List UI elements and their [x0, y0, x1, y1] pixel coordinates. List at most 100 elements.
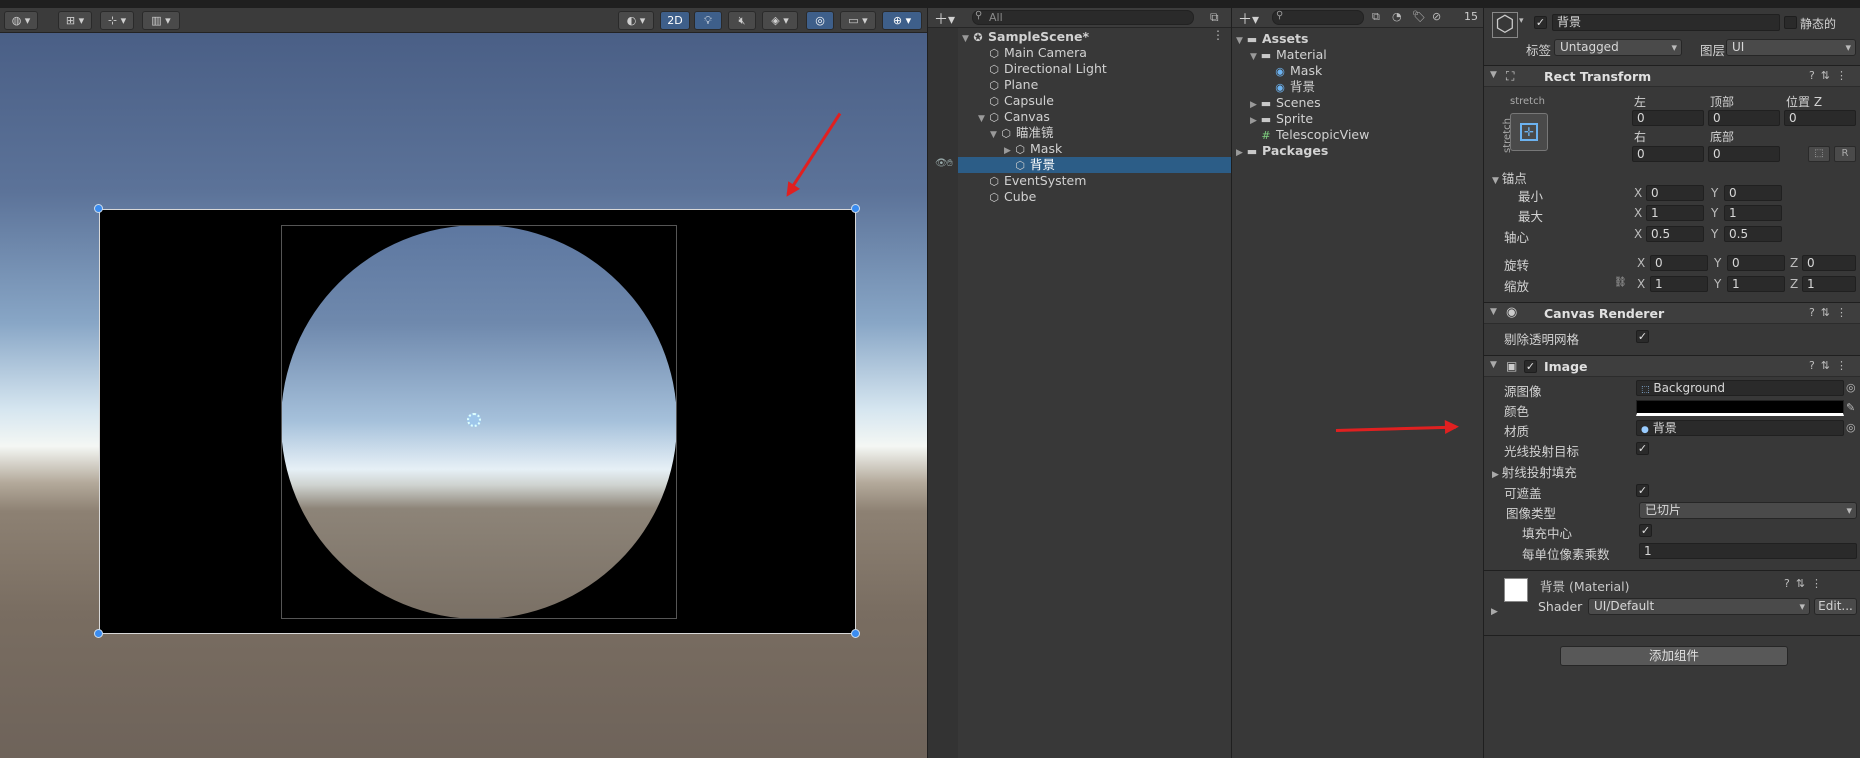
project-item[interactable]: ▶ ▬ Packages — [1232, 143, 1484, 159]
lighting-toggle-icon[interactable]: 💡︎ — [694, 11, 722, 30]
hierarchy-item[interactable]: ⬡ Main Camera — [958, 45, 1232, 61]
shading-mode-icon[interactable]: ◐ ▾ — [618, 11, 654, 30]
fill-center-checkbox[interactable]: ✓ — [1639, 524, 1652, 537]
cull-mesh-checkbox[interactable]: ✓ — [1636, 330, 1649, 343]
scale-y-field[interactable]: 1 — [1727, 276, 1785, 292]
grid-toggle-icon[interactable]: ⊹ ▾ — [100, 11, 134, 30]
left-field[interactable]: 0 — [1632, 110, 1704, 126]
fold-arrow-icon[interactable]: ▶ — [1491, 607, 1498, 617]
raycast-target-checkbox[interactable]: ✓ — [1636, 442, 1649, 455]
hierarchy-item[interactable]: ▼ ⬡ 瞄准镜 — [958, 125, 1232, 141]
component-help-icon[interactable]: ?⇅⋮ — [1809, 69, 1853, 82]
fold-arrow-icon[interactable]: ▼ — [1490, 70, 1497, 80]
hidden-packages-icon[interactable]: ⊘ — [1432, 10, 1441, 23]
rect-handle-bottom-left[interactable] — [94, 629, 103, 638]
audio-toggle-icon[interactable]: 🔇︎ — [728, 11, 756, 30]
fold-arrow-icon[interactable]: ▼ — [1490, 307, 1497, 317]
source-image-field[interactable]: ⬚ Background — [1636, 380, 1844, 396]
gizmos-toggle-icon[interactable]: ⊕ ▾ — [882, 11, 922, 30]
canvas-renderer-header[interactable]: ▼ ◉ Canvas Renderer ?⇅⋮ — [1484, 302, 1860, 324]
visibility-eye-icon[interactable]: 👁︎ — [935, 158, 948, 169]
object-picker-icon[interactable]: ◎ — [1846, 381, 1856, 394]
min-x-field[interactable]: 0 — [1646, 185, 1704, 201]
bottom-field[interactable]: 0 — [1708, 146, 1780, 162]
eyedropper-icon[interactable]: ✎ — [1846, 401, 1855, 414]
max-y-field[interactable]: 1 — [1724, 205, 1782, 221]
scene-viewport[interactable] — [0, 33, 927, 758]
project-search-input[interactable] — [1272, 10, 1364, 25]
hierarchy-item[interactable]: ⬡ Directional Light — [958, 61, 1232, 77]
scale-x-field[interactable]: 1 — [1650, 276, 1708, 292]
rect-handle-bottom-right[interactable] — [851, 629, 860, 638]
hierarchy-search-input[interactable]: All — [972, 10, 1194, 25]
rot-z-field[interactable]: 0 — [1802, 255, 1856, 271]
effects-toggle-icon[interactable]: ◈ ▾ — [762, 11, 798, 30]
raycast-padding-foldout[interactable]: ▶ 射线投射填充 — [1492, 462, 1577, 481]
hierarchy-item[interactable]: ⬡ Capsule — [958, 93, 1232, 109]
fold-arrow-icon[interactable]: ▶ — [1492, 470, 1502, 480]
top-field[interactable]: 0 — [1708, 110, 1780, 126]
static-checkbox[interactable] — [1784, 16, 1797, 29]
project-item[interactable]: # TelescopicView — [1232, 127, 1484, 143]
filter-by-label-icon[interactable]: 🏷︎ — [1412, 10, 1426, 23]
project-item[interactable]: ◉ Mask — [1232, 63, 1484, 79]
component-help-icon[interactable]: ?⇅⋮ — [1809, 306, 1853, 319]
material-field[interactable]: ● 背景 — [1636, 420, 1844, 436]
shader-edit-button[interactable]: Edit... — [1814, 598, 1857, 615]
fold-arrow-icon[interactable]: ▼ — [1492, 176, 1502, 186]
fold-arrow-icon[interactable]: ▶ — [1236, 145, 1246, 161]
draw-mode-icon[interactable]: ◍ ▾ — [4, 11, 38, 30]
raw-edit-button[interactable]: R — [1834, 146, 1856, 162]
hierarchy-item[interactable]: ⬡ Plane — [958, 77, 1232, 93]
shader-dropdown[interactable]: UI/Default — [1588, 598, 1810, 615]
hierarchy-item[interactable]: ▼ ⬡ Canvas — [958, 109, 1232, 125]
project-item[interactable]: ▼ ▬ Material — [1232, 47, 1484, 63]
posz-field[interactable]: 0 — [1784, 110, 1856, 126]
hierarchy-item[interactable]: ▶ ⬡ Mask — [958, 141, 1232, 157]
scene-view[interactable]: ◍ ▾ ⊞ ▾ ⊹ ▾ ▥ ▾ ◐ ▾ 2D 💡︎ 🔇︎ ◈ ▾ ◎ ▭ ▾ ⊕… — [0, 0, 927, 758]
rect-handle-top-left[interactable] — [94, 204, 103, 213]
right-field[interactable]: 0 — [1632, 146, 1704, 162]
pick-hand-icon[interactable]: ✋︎ — [947, 158, 953, 169]
add-component-button[interactable]: 添加组件 — [1560, 646, 1788, 666]
search-filter-icon[interactable]: ⧉ — [1210, 10, 1219, 25]
increment-snap-icon[interactable]: ▥ ▾ — [142, 11, 180, 30]
create-asset-icon[interactable]: ＋▾ — [1238, 9, 1259, 29]
scene-menu-icon[interactable]: ⋮ — [1212, 28, 1224, 42]
object-name-field[interactable]: 背景 — [1552, 14, 1780, 31]
project-item[interactable]: ▼ ▬ Assets — [1232, 31, 1484, 47]
image-type-dropdown[interactable]: 已切片 — [1639, 502, 1857, 519]
anchor-preset-button[interactable]: ✛ — [1510, 113, 1548, 151]
ppu-multiplier-field[interactable]: 1 — [1639, 543, 1857, 559]
icon-dropdown-icon[interactable]: ▾ — [1519, 16, 1524, 26]
rot-y-field[interactable]: 0 — [1727, 255, 1785, 271]
hierarchy-item[interactable]: ⬡ Cube — [958, 189, 1232, 205]
filter-by-type-icon[interactable]: ◔ — [1392, 10, 1402, 23]
pivot-gizmo-icon[interactable] — [467, 413, 481, 427]
add-object-icon[interactable]: ＋▾ — [934, 9, 955, 29]
pivot-y-field[interactable]: 0.5 — [1724, 226, 1782, 242]
hierarchy-item[interactable]: ⬡ 背景 — [958, 157, 1232, 173]
object-picker-icon[interactable]: ◎ — [1846, 421, 1856, 434]
constrain-link-icon[interactable]: ⛓︎ — [1614, 277, 1627, 288]
rot-x-field[interactable]: 0 — [1650, 255, 1708, 271]
rect-handle-top-right[interactable] — [851, 204, 860, 213]
image-enabled-checkbox[interactable]: ✓ — [1524, 360, 1537, 373]
search-window-icon[interactable]: ⧉ — [1372, 10, 1380, 24]
max-x-field[interactable]: 1 — [1646, 205, 1704, 221]
anchors-foldout[interactable]: ▼ 锚点 — [1492, 168, 1527, 187]
component-help-icon[interactable]: ?⇅⋮ — [1809, 359, 1853, 372]
camera-settings-icon[interactable]: ▭ ▾ — [840, 11, 876, 30]
color-swatch[interactable] — [1636, 400, 1844, 416]
project-item[interactable]: ▶ ▬ Scenes — [1232, 95, 1484, 111]
fold-arrow-icon[interactable]: ▼ — [1490, 360, 1497, 370]
active-checkbox[interactable]: ✓ — [1534, 16, 1547, 29]
hierarchy-item[interactable]: ▼ ✪ SampleScene* — [958, 29, 1232, 45]
visibility-toggle-icon[interactable]: ◎ — [806, 11, 834, 30]
grid-snap-icon[interactable]: ⊞ ▾ — [58, 11, 92, 30]
canvas-rect-selection[interactable] — [99, 209, 856, 634]
layer-dropdown[interactable]: UI — [1726, 39, 1856, 56]
rect-transform-header[interactable]: ▼ ⛶ Rect Transform ?⇅⋮ — [1484, 65, 1860, 87]
material-help-icon[interactable]: ?⇅⋮ — [1784, 577, 1828, 590]
tag-dropdown[interactable]: Untagged — [1554, 39, 1682, 56]
